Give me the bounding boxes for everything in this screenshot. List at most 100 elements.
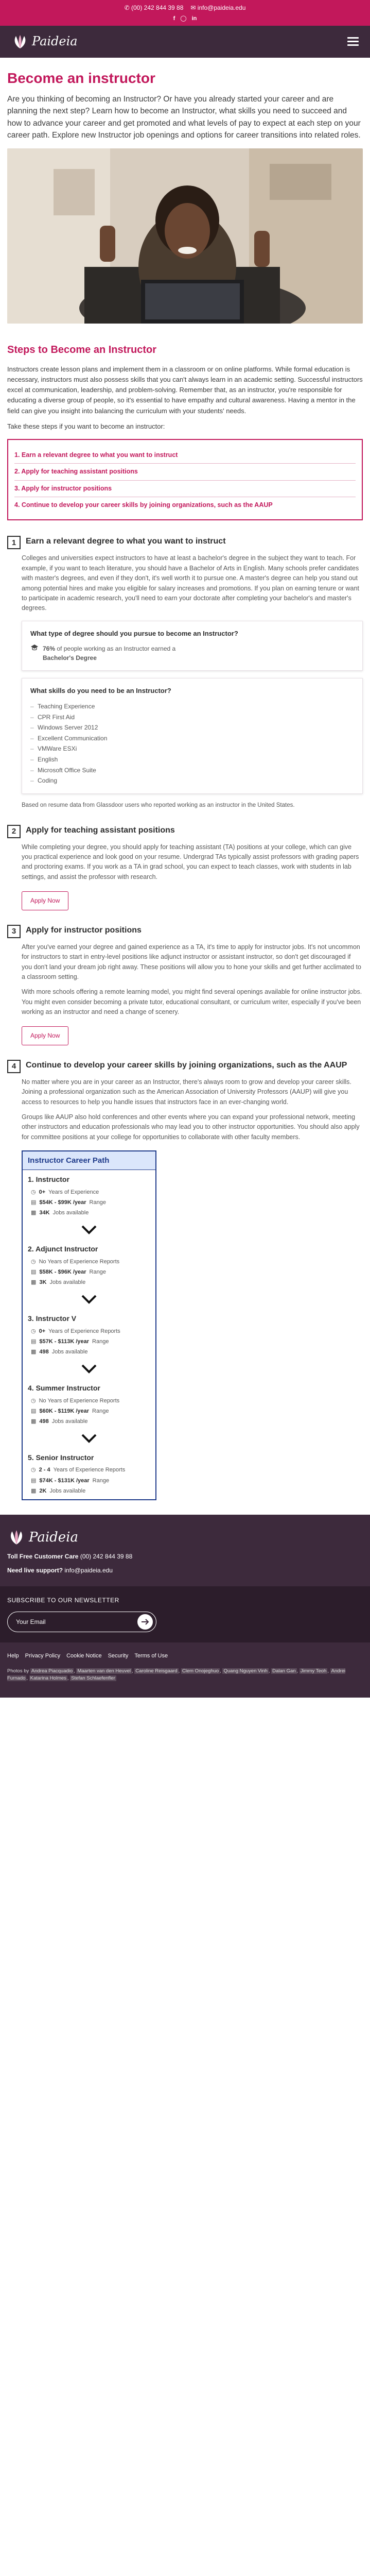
photographer-link[interactable]: Maarten van den Heuvel bbox=[76, 1668, 132, 1674]
jobs-count: 498 bbox=[39, 1348, 49, 1355]
support-email-link[interactable]: info@paideia.edu bbox=[64, 1567, 113, 1574]
step-1-section: 1 Earn a relevant degree to what you wan… bbox=[7, 536, 363, 810]
top-contact-bar: ✆ (00) 242 844 39 88 ✉ info@paideia.edu … bbox=[0, 0, 370, 26]
chevron-down-icon bbox=[23, 1360, 155, 1379]
skill-item: VMWare ESXi bbox=[30, 743, 354, 754]
pay-range: $57K - $113K /year bbox=[39, 1338, 90, 1345]
briefcase-icon: ▩ bbox=[31, 1210, 37, 1216]
step-title: Earn a relevant degree to what you want … bbox=[26, 537, 226, 546]
step-3-section: 3 Apply for instructor positions After y… bbox=[7, 924, 363, 1045]
jobs-count: 498 bbox=[39, 1418, 49, 1425]
clock-icon: ◷ bbox=[31, 1189, 36, 1196]
clock-icon: ◷ bbox=[31, 1328, 36, 1334]
step-number: 4 bbox=[7, 1059, 21, 1073]
photographer-link[interactable]: Caroline Reisgaard bbox=[134, 1668, 179, 1674]
email-address: info@paideia.edu bbox=[197, 4, 246, 11]
footer-logo[interactable]: Paideia bbox=[7, 1527, 363, 1548]
photographer-link[interactable]: Katarina Holmes bbox=[29, 1675, 67, 1681]
photographer-link[interactable]: Clem Onojeghuo bbox=[181, 1668, 220, 1674]
toc-link-step-2[interactable]: 2. Apply for teaching assistant position… bbox=[14, 464, 356, 481]
years-label: No Years of Experience Reports bbox=[39, 1397, 120, 1404]
money-icon: ▤ bbox=[31, 1269, 37, 1276]
range-label: Range bbox=[92, 1338, 109, 1345]
briefcase-icon: ▩ bbox=[31, 1279, 37, 1286]
facebook-icon[interactable]: f bbox=[173, 14, 175, 23]
chevron-down-icon bbox=[23, 1221, 155, 1240]
career-path-job[interactable]: 5. Senior Instructor ◷ 2 - 4 Years of Expe… bbox=[23, 1448, 155, 1499]
instagram-icon[interactable]: ◯ bbox=[180, 14, 186, 23]
skill-item: Coding bbox=[30, 775, 354, 786]
pay-range: $60K - $119K /year bbox=[39, 1408, 90, 1414]
briefcase-icon: ▩ bbox=[31, 1348, 37, 1355]
apply-now-button[interactable]: Apply Now bbox=[22, 1026, 69, 1045]
years-value: 2 - 4 bbox=[39, 1467, 50, 1473]
briefcase-icon: ▩ bbox=[31, 1418, 37, 1425]
step-2-section: 2 Apply for teaching assistant positions… bbox=[7, 824, 363, 910]
hamburger-menu-icon[interactable] bbox=[347, 37, 359, 46]
photographer-link[interactable]: Andrea Piacquadio bbox=[30, 1668, 74, 1674]
money-icon: ▤ bbox=[31, 1338, 37, 1345]
photographer-link[interactable]: Dalan Gan bbox=[271, 1668, 297, 1674]
brand-name: Paideia bbox=[32, 34, 78, 49]
linkedin-icon[interactable]: in bbox=[192, 14, 197, 23]
clock-icon: ◷ bbox=[31, 1258, 36, 1265]
range-label: Range bbox=[92, 1477, 110, 1484]
email-contact[interactable]: ✉ info@paideia.edu bbox=[190, 3, 245, 13]
jobs-available-label: Jobs available bbox=[52, 1210, 89, 1216]
footer-link-privacy[interactable]: Privacy Policy bbox=[25, 1652, 60, 1660]
care-phone[interactable]: (00) 242 844 39 88 bbox=[80, 1553, 132, 1560]
step-title: Apply for teaching assistant positions bbox=[26, 825, 175, 835]
step-number: 3 bbox=[7, 924, 21, 938]
toc-link-step-4[interactable]: 4. Continue to develop your career skill… bbox=[14, 497, 356, 513]
jobs-count: 34K bbox=[39, 1210, 50, 1216]
range-label: Range bbox=[89, 1269, 106, 1276]
subscribe-arrow-button[interactable] bbox=[137, 1614, 153, 1630]
footer-link-cookie[interactable]: Cookie Notice bbox=[66, 1652, 101, 1660]
toc-link-step-3[interactable]: 3. Apply for instructor positions bbox=[14, 481, 356, 497]
degree-percentage-text: of people working as an Instructor earne… bbox=[57, 645, 176, 652]
pay-range: $54K - $99K /year bbox=[39, 1199, 86, 1206]
footer-link-terms[interactable]: Terms of Use bbox=[134, 1652, 168, 1660]
step-title: Apply for instructor positions bbox=[26, 925, 142, 935]
page-lead: Are you thinking of becoming an Instruct… bbox=[7, 95, 361, 140]
newsletter-email-input[interactable] bbox=[16, 1618, 129, 1625]
money-icon: ▤ bbox=[31, 1408, 37, 1414]
brand-logo[interactable]: Paideia bbox=[11, 32, 78, 51]
photographer-link[interactable]: Stefan Schlaefenfler bbox=[70, 1675, 116, 1681]
photo-credits: Photos by Andrea Piacquadio, Maarten van… bbox=[7, 1668, 346, 1681]
footer-brand-name: Paideia bbox=[29, 1529, 78, 1545]
jobs-available-label: Jobs available bbox=[51, 1348, 88, 1355]
skill-item: English bbox=[30, 754, 354, 765]
step-description: After you've earned your degree and gain… bbox=[22, 943, 361, 980]
footer-link-security[interactable]: Security bbox=[108, 1652, 129, 1660]
newsletter-form bbox=[7, 1611, 156, 1632]
photographer-link[interactable]: Jimmy Teoh bbox=[299, 1668, 328, 1674]
career-path-job[interactable]: 3. Instructor V ◷ 0+ Years of Experience R… bbox=[23, 1309, 155, 1360]
career-path-job[interactable]: 2. Adjunct Instructor ◷ No Years of Experi… bbox=[23, 1240, 155, 1291]
step-description-2: With more schools offering a remote lear… bbox=[22, 988, 362, 1015]
skills-card: What skills do you need to be an Instruc… bbox=[22, 677, 363, 794]
briefcase-icon: ▩ bbox=[31, 1487, 37, 1494]
jobs-available-label: Jobs available bbox=[51, 1418, 88, 1425]
step-number: 2 bbox=[7, 824, 21, 838]
job-title: 2. Adjunct Instructor bbox=[28, 1245, 98, 1253]
years-label: Years of Experience bbox=[48, 1189, 99, 1196]
customer-care: Toll Free Customer Care (00) 242 844 39 … bbox=[7, 1552, 363, 1562]
degree-percentage: 76% bbox=[43, 645, 56, 652]
step-number: 1 bbox=[7, 536, 21, 550]
clock-icon: ◷ bbox=[31, 1397, 36, 1404]
arrow-right-icon bbox=[142, 1618, 149, 1625]
phone-contact[interactable]: ✆ (00) 242 844 39 88 bbox=[125, 3, 184, 13]
job-title: 5. Senior Instructor bbox=[28, 1453, 94, 1462]
photographer-link[interactable]: Quang Nguyen Vinh bbox=[222, 1668, 269, 1674]
data-source-note: Based on resume data from Glassdoor user… bbox=[22, 802, 295, 808]
skill-item: CPR First Aid bbox=[30, 712, 354, 723]
years-label: Years of Experience Reports bbox=[48, 1328, 120, 1334]
range-label: Range bbox=[92, 1408, 109, 1414]
apply-now-button[interactable]: Apply Now bbox=[22, 891, 69, 910]
career-path-job[interactable]: 1. Instructor ◷ 0+ Years of Experience ▤ $54… bbox=[23, 1170, 155, 1221]
footer-link-help[interactable]: Help bbox=[7, 1652, 19, 1660]
toc-link-step-1[interactable]: 1. Earn a relevant degree to what you wa… bbox=[14, 447, 356, 464]
flower-logo-icon bbox=[14, 35, 26, 48]
career-path-job[interactable]: 4. Summer Instructor ◷ No Years of Experie… bbox=[23, 1379, 155, 1430]
